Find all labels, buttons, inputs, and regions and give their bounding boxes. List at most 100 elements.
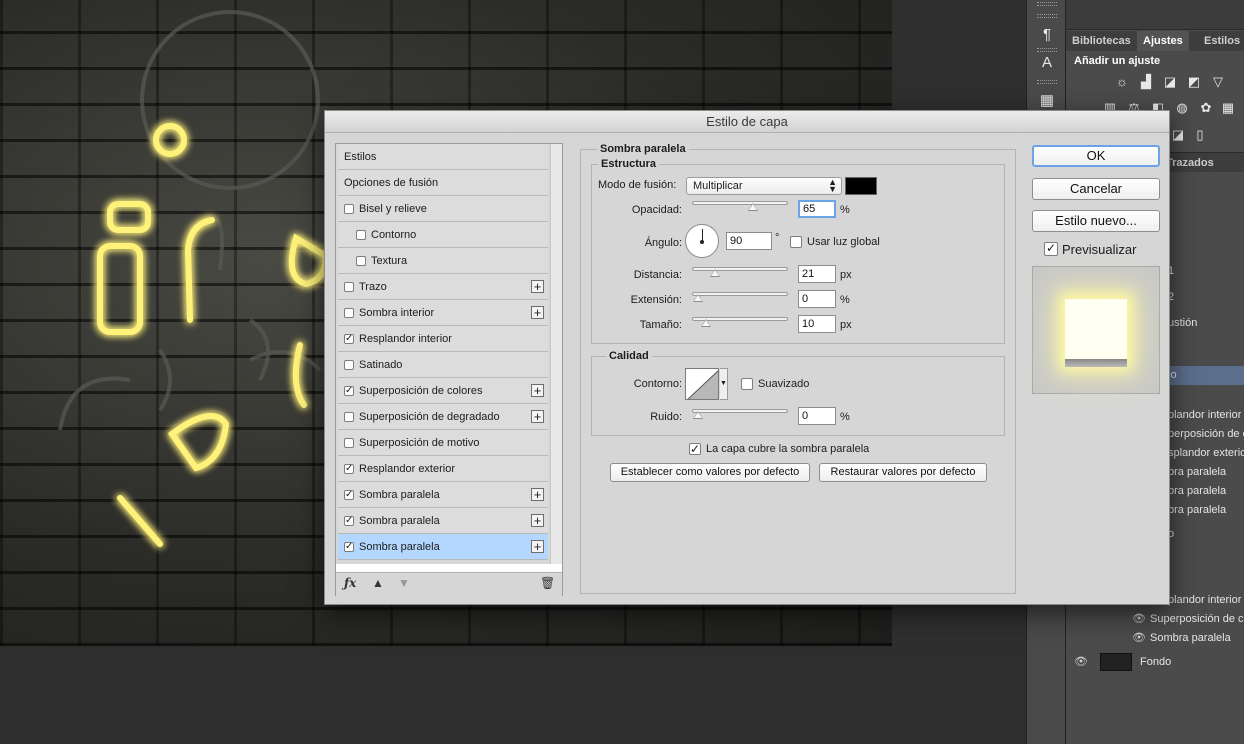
angle-input[interactable]: 90 <box>726 232 772 250</box>
style-checkbox[interactable] <box>344 412 354 422</box>
slider-thumb[interactable] <box>693 411 703 419</box>
style-checkbox[interactable] <box>344 438 354 448</box>
slider-thumb[interactable] <box>693 294 703 302</box>
opacity-slider[interactable] <box>692 201 788 211</box>
tab-estilos[interactable]: Estilos <box>1198 31 1244 51</box>
set-default-button[interactable]: Establecer como valores por defecto <box>610 463 810 482</box>
style-checkbox[interactable]: ✓ <box>344 464 354 474</box>
tab-bibliotecas[interactable]: Bibliotecas <box>1066 31 1137 51</box>
style-item[interactable]: Opciones de fusión <box>338 170 548 196</box>
trash-icon[interactable]: 🗑 <box>540 576 555 590</box>
layer-effect-row[interactable]: 👁 Superposición de c <box>1066 610 1244 629</box>
add-effect-icon[interactable]: + <box>531 540 544 553</box>
grip-handle[interactable] <box>1037 14 1057 18</box>
style-checkbox[interactable]: ✓ <box>344 516 354 526</box>
fx-icon[interactable]: ƒx <box>344 576 356 590</box>
style-checkbox[interactable]: ✓ <box>344 334 354 344</box>
ok-button[interactable]: OK <box>1032 145 1160 167</box>
style-checkbox[interactable] <box>356 230 366 240</box>
style-checkbox[interactable] <box>344 282 354 292</box>
slider-thumb[interactable] <box>747 203 758 211</box>
distance-slider[interactable] <box>692 267 788 277</box>
style-item[interactable]: ✓ Resplandor exterior <box>338 456 548 482</box>
grip-handle[interactable] <box>1037 2 1057 6</box>
antialias-checkbox[interactable] <box>741 378 753 390</box>
angle-dial[interactable] <box>685 224 719 258</box>
threshold-icon[interactable]: ◪ <box>1170 128 1186 142</box>
style-checkbox[interactable]: ✓ <box>344 386 354 396</box>
size-input[interactable]: 10 <box>798 315 836 333</box>
character-icon[interactable]: A <box>1035 52 1059 74</box>
styles-scrollbar[interactable] <box>550 144 562 564</box>
global-light-checkbox[interactable] <box>790 236 802 248</box>
style-item[interactable]: Satinado <box>338 352 548 378</box>
add-effect-icon[interactable]: + <box>531 384 544 397</box>
reset-default-button[interactable]: Restaurar valores por defecto <box>819 463 987 482</box>
lookup-icon[interactable]: ▦ <box>1220 101 1236 115</box>
contour-picker[interactable] <box>685 368 719 400</box>
style-checkbox[interactable] <box>344 360 354 370</box>
eye-icon[interactable]: 👁 <box>1074 652 1088 673</box>
style-item[interactable]: Contorno <box>338 222 548 248</box>
curves-icon[interactable]: ◪ <box>1162 75 1178 89</box>
add-effect-icon[interactable]: + <box>531 514 544 527</box>
add-effect-icon[interactable]: + <box>531 488 544 501</box>
gradient-map-icon[interactable]: ▯ <box>1192 128 1208 142</box>
spread-input[interactable]: 0 <box>798 290 836 308</box>
dialog-title[interactable]: Estilo de capa <box>325 111 1169 133</box>
photo-filter-icon[interactable]: ◍ <box>1174 101 1190 115</box>
style-checkbox[interactable]: ✓ <box>344 490 354 500</box>
style-item[interactable]: ✓ Sombra paralela + <box>338 482 548 508</box>
layer-effect-row[interactable]: 👁 Sombra paralela <box>1066 629 1244 648</box>
grip-handle[interactable] <box>1037 80 1057 84</box>
style-item[interactable]: Superposición de motivo <box>338 430 548 456</box>
spread-slider[interactable] <box>692 292 788 302</box>
style-checkbox[interactable]: ✓ <box>344 542 354 552</box>
layer-row-background[interactable]: 👁 Fondo <box>1066 652 1244 673</box>
tab-ajustes[interactable]: Ajustes <box>1137 31 1189 51</box>
style-item[interactable]: Trazo + <box>338 274 548 300</box>
style-item[interactable]: Superposición de degradado + <box>338 404 548 430</box>
add-effect-icon[interactable]: + <box>531 280 544 293</box>
shadow-color-swatch[interactable] <box>845 177 877 195</box>
style-item[interactable]: Estilos <box>338 144 548 170</box>
opacity-input[interactable]: 65 <box>798 200 836 218</box>
style-checkbox[interactable] <box>344 204 354 214</box>
style-item[interactable]: ✓ Sombra paralela + <box>338 534 548 560</box>
contour-dropdown-icon[interactable]: ▼ <box>720 368 728 400</box>
style-item[interactable]: ✓ Resplandor interior <box>338 326 548 352</box>
arrow-up-icon[interactable]: ▲ <box>372 576 384 590</box>
arrow-down-icon[interactable]: ▼ <box>398 576 410 590</box>
eye-icon[interactable]: 👁 <box>1132 629 1146 648</box>
exposure-icon[interactable]: ◩ <box>1186 75 1202 89</box>
style-item[interactable]: ✓ Sombra paralela + <box>338 508 548 534</box>
grid-icon[interactable]: ▦ <box>1035 90 1059 112</box>
eye-icon[interactable]: 👁 <box>1132 610 1146 629</box>
add-effect-icon[interactable]: + <box>531 306 544 319</box>
slider-thumb[interactable] <box>700 319 711 327</box>
preview-checkbox[interactable]: ✓ <box>1044 242 1058 256</box>
brightness-icon[interactable]: ☼ <box>1114 75 1130 89</box>
style-item[interactable]: Textura <box>338 248 548 274</box>
knockout-checkbox[interactable]: ✓ <box>689 443 701 455</box>
noise-input[interactable]: 0 <box>798 407 836 425</box>
style-item[interactable]: ✓ Superposición de colores + <box>338 378 548 404</box>
style-item[interactable]: Sombra interior + <box>338 300 548 326</box>
cancel-button[interactable]: Cancelar <box>1032 178 1160 200</box>
blend-mode-select[interactable]: Multiplicar ▲ ▼ <box>686 177 842 195</box>
style-checkbox[interactable] <box>344 308 354 318</box>
slider-thumb[interactable] <box>709 269 720 277</box>
paragraph-icon[interactable]: ¶ <box>1035 24 1059 46</box>
size-slider[interactable] <box>692 317 788 327</box>
tab-trazados[interactable]: Trazados <box>1166 153 1214 173</box>
noise-slider[interactable] <box>692 409 788 419</box>
style-checkbox[interactable] <box>356 256 366 266</box>
new-style-button[interactable]: Estilo nuevo... <box>1032 210 1160 232</box>
spread-unit: % <box>840 294 850 306</box>
add-effect-icon[interactable]: + <box>531 410 544 423</box>
mixer-icon[interactable]: ✿ <box>1198 101 1214 115</box>
distance-input[interactable]: 21 <box>798 265 836 283</box>
vibrance-icon[interactable]: ▽ <box>1210 75 1226 89</box>
levels-icon[interactable]: ▟ <box>1138 75 1154 89</box>
style-item[interactable]: Bisel y relieve <box>338 196 548 222</box>
